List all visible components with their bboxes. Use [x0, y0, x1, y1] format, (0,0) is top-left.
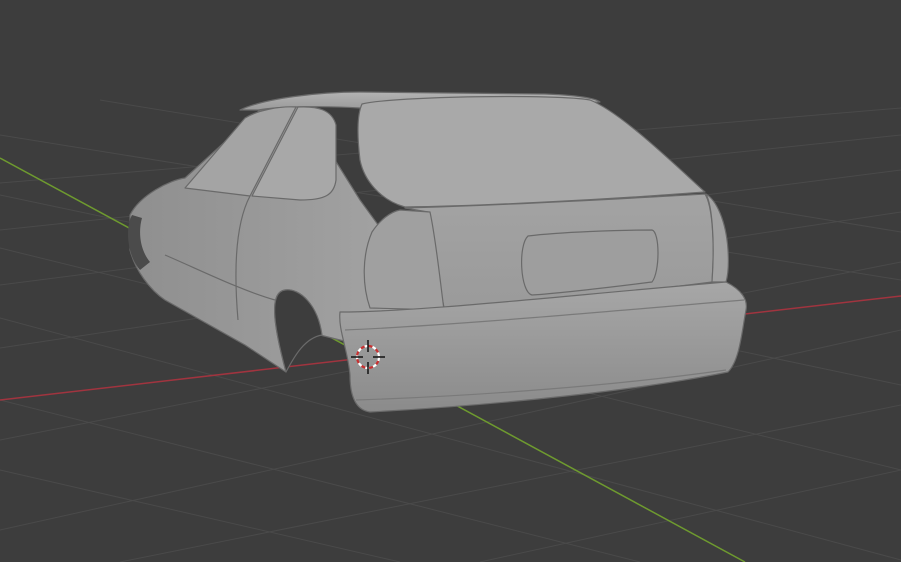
viewport-canvas[interactable]: [0, 0, 901, 562]
3d-viewport[interactable]: [0, 0, 901, 562]
